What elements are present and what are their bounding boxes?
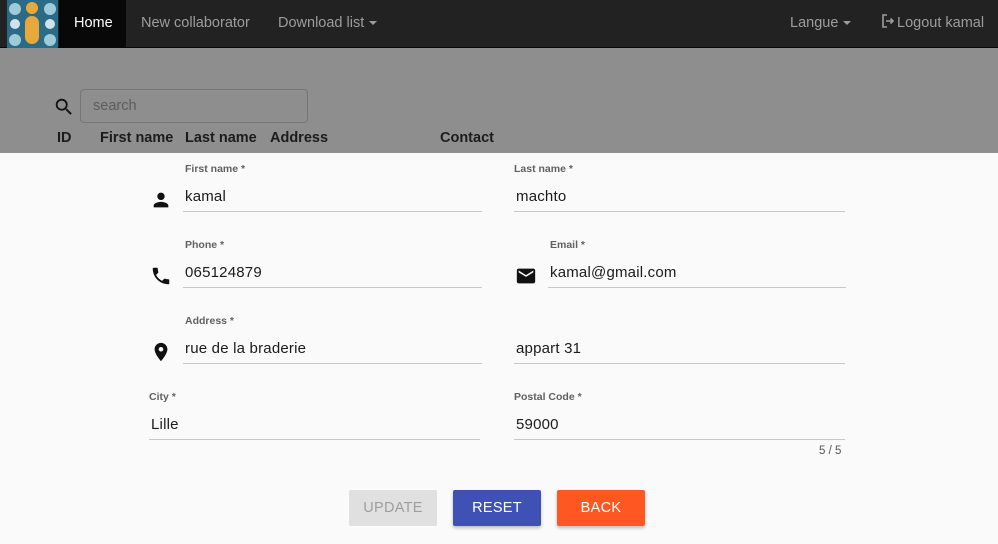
email-label: Email *	[550, 239, 586, 251]
address-complement-underline	[514, 363, 845, 364]
last-name-input[interactable]: machto	[516, 188, 566, 205]
location-pin-icon	[154, 342, 168, 362]
nav-langue-label: Langue	[790, 15, 839, 31]
address-underline	[183, 363, 482, 364]
last-name-underline	[514, 211, 845, 212]
caret-down-icon	[843, 21, 852, 26]
nav-langue[interactable]: Langue	[775, 0, 866, 48]
search-input[interactable]	[80, 89, 308, 123]
phone-icon	[152, 267, 170, 285]
logout-icon	[882, 14, 895, 28]
column-header-id[interactable]: ID	[57, 130, 72, 146]
nav-download-list[interactable]: Download list	[263, 0, 392, 48]
phone-input[interactable]: 065124879	[185, 264, 262, 281]
first-name-label: First name *	[185, 163, 246, 175]
postal-code-input[interactable]: 59000	[516, 416, 559, 433]
phone-underline	[183, 287, 482, 288]
address-input[interactable]: rue de la braderie	[185, 340, 306, 357]
app-logo[interactable]	[7, 0, 58, 48]
nav-new-collaborator[interactable]: New collaborator	[126, 0, 265, 48]
email-input[interactable]: kamal@gmail.com	[550, 264, 677, 281]
column-header-first-name[interactable]: First name	[100, 130, 173, 146]
nav-logout[interactable]: Logout kamal	[866, 0, 998, 48]
person-icon	[153, 192, 169, 208]
city-label: City *	[149, 391, 176, 403]
column-header-address[interactable]: Address	[270, 130, 328, 146]
back-button[interactable]: BACK	[557, 490, 645, 526]
nav-download-list-label: Download list	[278, 15, 365, 31]
address-complement-input[interactable]: appart 31	[516, 340, 581, 357]
postal-code-char-counter: 5 / 5	[819, 445, 842, 457]
caret-down-icon	[369, 21, 378, 26]
update-button[interactable]: UPDATE	[349, 490, 437, 526]
nav-home[interactable]: Home	[59, 0, 126, 48]
search-icon	[55, 98, 72, 115]
first-name-underline	[183, 211, 482, 212]
phone-label: Phone *	[185, 239, 225, 251]
city-underline	[149, 439, 480, 440]
email-icon	[516, 268, 536, 284]
email-underline	[548, 287, 846, 288]
city-input[interactable]: Lille	[151, 416, 179, 433]
postal-code-label: Postal Code *	[514, 391, 582, 403]
nav-logout-label: Logout kamal	[897, 15, 985, 31]
last-name-label: Last name *	[514, 163, 573, 175]
reset-button[interactable]: RESET	[453, 490, 541, 526]
first-name-input[interactable]: kamal	[185, 188, 226, 205]
address-label: Address *	[185, 315, 235, 327]
column-header-last-name[interactable]: Last name	[185, 130, 257, 146]
postal-code-underline	[514, 439, 845, 440]
navbar: Home New collaborator Download list Lang…	[0, 0, 998, 48]
column-header-contact[interactable]: Contact	[440, 130, 494, 146]
